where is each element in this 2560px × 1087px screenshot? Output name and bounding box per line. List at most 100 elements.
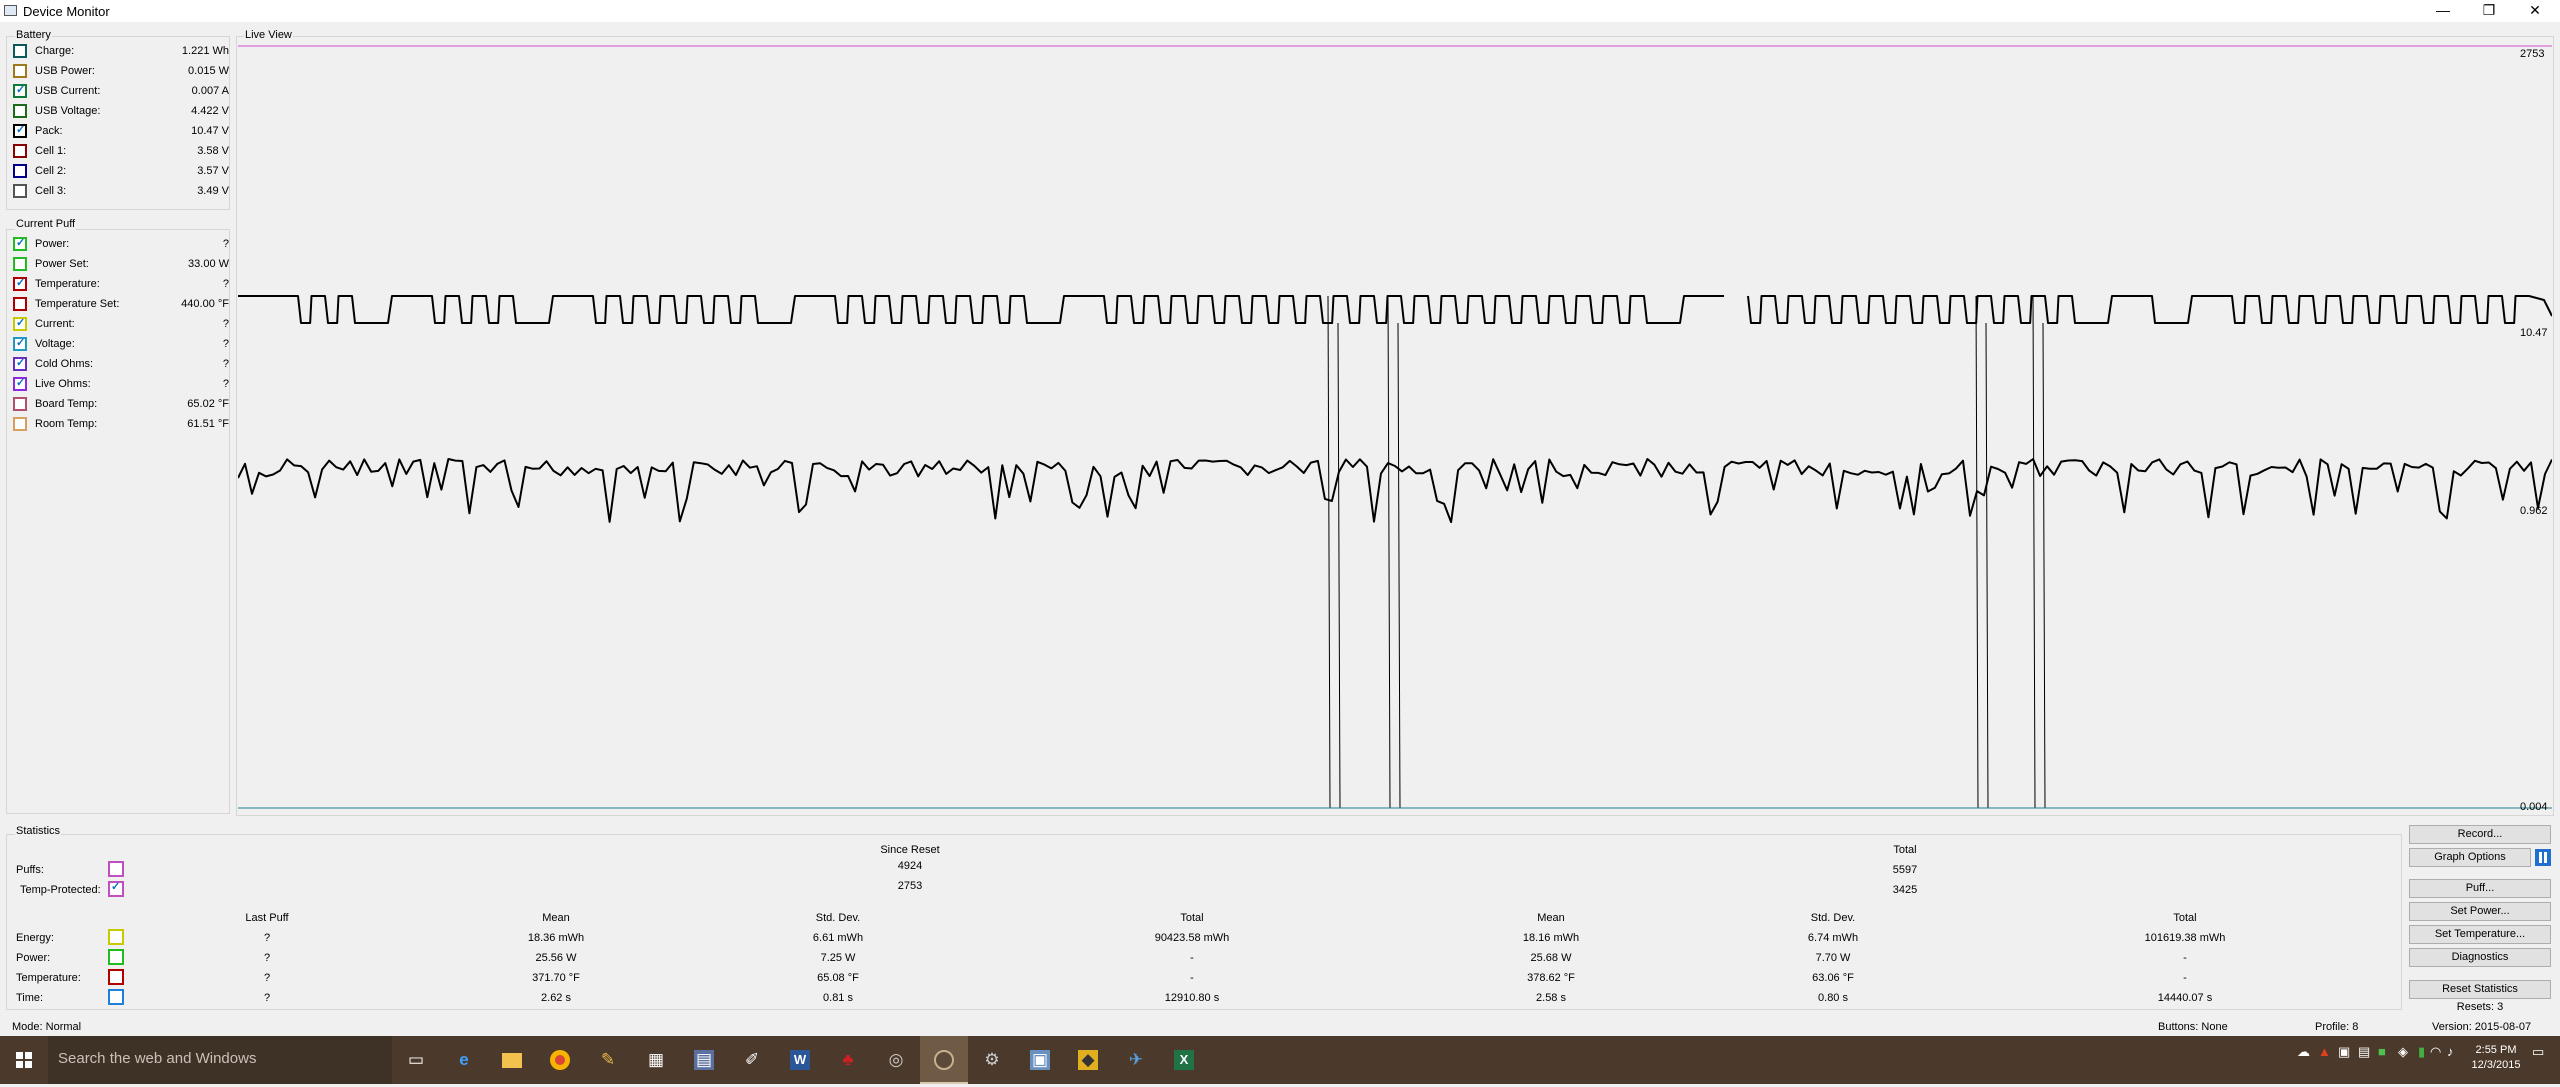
cloud-tray-icon[interactable]: ☁	[2297, 1044, 2310, 1060]
current-puff-row: Power Set: 33.00 W	[7, 254, 231, 274]
plane-app-icon[interactable]: ✈	[1112, 1036, 1160, 1084]
current-puff-row: ✓ Cold Ohms:?	[7, 354, 231, 374]
excel-icon[interactable]: X	[1160, 1036, 1208, 1084]
series-visibility-checkbox[interactable]: ✓	[13, 377, 27, 391]
series-visibility-checkbox[interactable]	[13, 144, 27, 158]
image-app-icon[interactable]: ▣	[1016, 1036, 1064, 1084]
current-puff-row: Temperature Set: 440.00 °F	[7, 294, 231, 314]
search-placeholder: Search the web and Windows	[58, 1050, 257, 1067]
series-visibility-checkbox[interactable]	[13, 44, 27, 58]
row-label: Cell 1:	[35, 145, 67, 157]
reset-statistics-button[interactable]: Reset Statistics	[2409, 980, 2551, 999]
action-center-icon[interactable]: ▭	[2532, 1044, 2544, 1060]
puffs-checkbox[interactable]	[108, 861, 124, 877]
row-label: Voltage:	[35, 338, 75, 350]
yellow-app-icon[interactable]: ◆	[1064, 1036, 1112, 1084]
stat-cell: 12910.80 s	[1164, 992, 1220, 1004]
stat-cell: 101619.38 mWh	[2144, 932, 2226, 944]
row-value: 440.00 °F	[181, 298, 229, 310]
file-explorer-icon[interactable]	[488, 1036, 536, 1084]
taskbar-search-box[interactable]: Search the web and Windows	[48, 1036, 392, 1084]
series-visibility-checkbox[interactable]: ✓	[13, 84, 27, 98]
gear-app-icon[interactable]: ⚙	[968, 1036, 1016, 1084]
task-view-icon[interactable]: ▭	[392, 1036, 440, 1084]
stat-cell: 2.62 s	[541, 992, 571, 1004]
start-button[interactable]	[0, 1036, 48, 1084]
series-visibility-checkbox[interactable]: ✓	[13, 277, 27, 291]
plot-series-mid	[238, 458, 2552, 524]
live-view-plot	[238, 45, 2552, 809]
restore-button[interactable]: ❐	[2466, 0, 2512, 22]
temp-protected-checkbox[interactable]: ✓	[108, 881, 124, 897]
spreadsheet-app-icon[interactable]: ▤	[680, 1036, 728, 1084]
battery-row: USB Voltage: 4.422 V	[7, 101, 231, 121]
tray-app-icon-3[interactable]: ■	[2378, 1044, 2386, 1059]
plot-label-bottom: 0.004	[2520, 801, 2548, 813]
current-puff-row: ✓ Current:?	[7, 314, 231, 334]
stat-series-checkbox[interactable]	[108, 989, 124, 1005]
series-visibility-checkbox[interactable]	[13, 297, 27, 311]
puffs-total: 5597	[1892, 864, 1918, 876]
version-status: Version: 2015-08-07	[2432, 1021, 2532, 1033]
chrome-icon[interactable]	[536, 1036, 584, 1084]
checkmark-icon: ✓	[16, 337, 26, 349]
set-power-button[interactable]: Set Power...	[2409, 902, 2551, 921]
paint-app-icon[interactable]: ◎	[872, 1036, 920, 1084]
diagnostics-button[interactable]: Diagnostics	[2409, 948, 2551, 967]
checkmark-icon: ✓	[16, 237, 26, 249]
row-value: 61.51 °F	[187, 418, 229, 430]
word-icon[interactable]: W	[776, 1036, 824, 1084]
brush-app-icon[interactable]: ✐	[728, 1036, 776, 1084]
clock-date: 12/3/2015	[2471, 1059, 2521, 1071]
stat-cell: 0.80 s	[1818, 992, 1848, 1004]
temp-protected-label: Temp-Protected:	[20, 884, 101, 896]
red-app-icon[interactable]: ♣	[824, 1036, 872, 1084]
checkmark-icon: ✓	[16, 317, 26, 329]
series-visibility-checkbox[interactable]: ✓	[13, 357, 27, 371]
series-visibility-checkbox[interactable]: ✓	[13, 317, 27, 331]
series-visibility-checkbox[interactable]	[13, 417, 27, 431]
calculator-icon[interactable]: ▦	[632, 1036, 680, 1084]
series-visibility-checkbox[interactable]	[13, 184, 27, 198]
wifi-tray-icon[interactable]: ◠	[2430, 1044, 2441, 1060]
stat-cell: 18.16 mWh	[1522, 932, 1580, 944]
total-header: Total	[1893, 844, 1917, 856]
record-button[interactable]: Record...	[2409, 825, 2551, 844]
tray-app-icon-4[interactable]: ◈	[2398, 1044, 2408, 1060]
series-visibility-checkbox[interactable]: ✓	[13, 124, 27, 138]
series-visibility-checkbox[interactable]	[13, 104, 27, 118]
row-value: 65.02 °F	[187, 398, 229, 410]
series-visibility-checkbox[interactable]	[13, 164, 27, 178]
puff-button[interactable]: Puff...	[2409, 879, 2551, 898]
app-icon	[4, 5, 17, 16]
close-button[interactable]: ✕	[2512, 0, 2558, 22]
series-visibility-checkbox[interactable]	[13, 64, 27, 78]
volume-tray-icon[interactable]: ♪	[2447, 1044, 2454, 1059]
tool-app-icon[interactable]: ✎	[584, 1036, 632, 1084]
row-label: Charge:	[35, 45, 75, 57]
stat-cell: 378.62 °F	[1527, 972, 1575, 984]
taskbar-clock[interactable]: 2:55 PM 12/3/2015	[2466, 1043, 2526, 1073]
stat-series-checkbox[interactable]	[108, 949, 124, 965]
tray-app-icon-2[interactable]: ▤	[2358, 1044, 2370, 1060]
series-visibility-checkbox[interactable]: ✓	[13, 237, 27, 251]
series-visibility-checkbox[interactable]	[13, 397, 27, 411]
edge-icon[interactable]: e	[440, 1036, 488, 1084]
row-label: Current:	[35, 318, 75, 330]
set-temperature-button[interactable]: Set Temperature...	[2409, 925, 2551, 944]
stat-column-header: Total	[2173, 912, 2197, 924]
series-visibility-checkbox[interactable]: ✓	[13, 337, 27, 351]
battery-tray-icon[interactable]: ▮	[2418, 1044, 2425, 1060]
stat-series-checkbox[interactable]	[108, 929, 124, 945]
row-value: ?	[222, 318, 229, 330]
series-visibility-checkbox[interactable]	[13, 257, 27, 271]
temp-protected-since-reset: 2753	[897, 880, 923, 892]
graph-options-button[interactable]: Graph Options	[2409, 848, 2531, 867]
pause-icon[interactable]	[2535, 849, 2551, 866]
minimize-button[interactable]: —	[2420, 0, 2466, 22]
stat-series-checkbox[interactable]	[108, 969, 124, 985]
tray-app-icon-1[interactable]: ▣	[2338, 1044, 2350, 1060]
device-monitor-taskbar-icon[interactable]	[920, 1036, 968, 1084]
warning-tray-icon[interactable]: ▲	[2318, 1044, 2331, 1059]
plot-dip-line	[1975, 295, 1979, 809]
